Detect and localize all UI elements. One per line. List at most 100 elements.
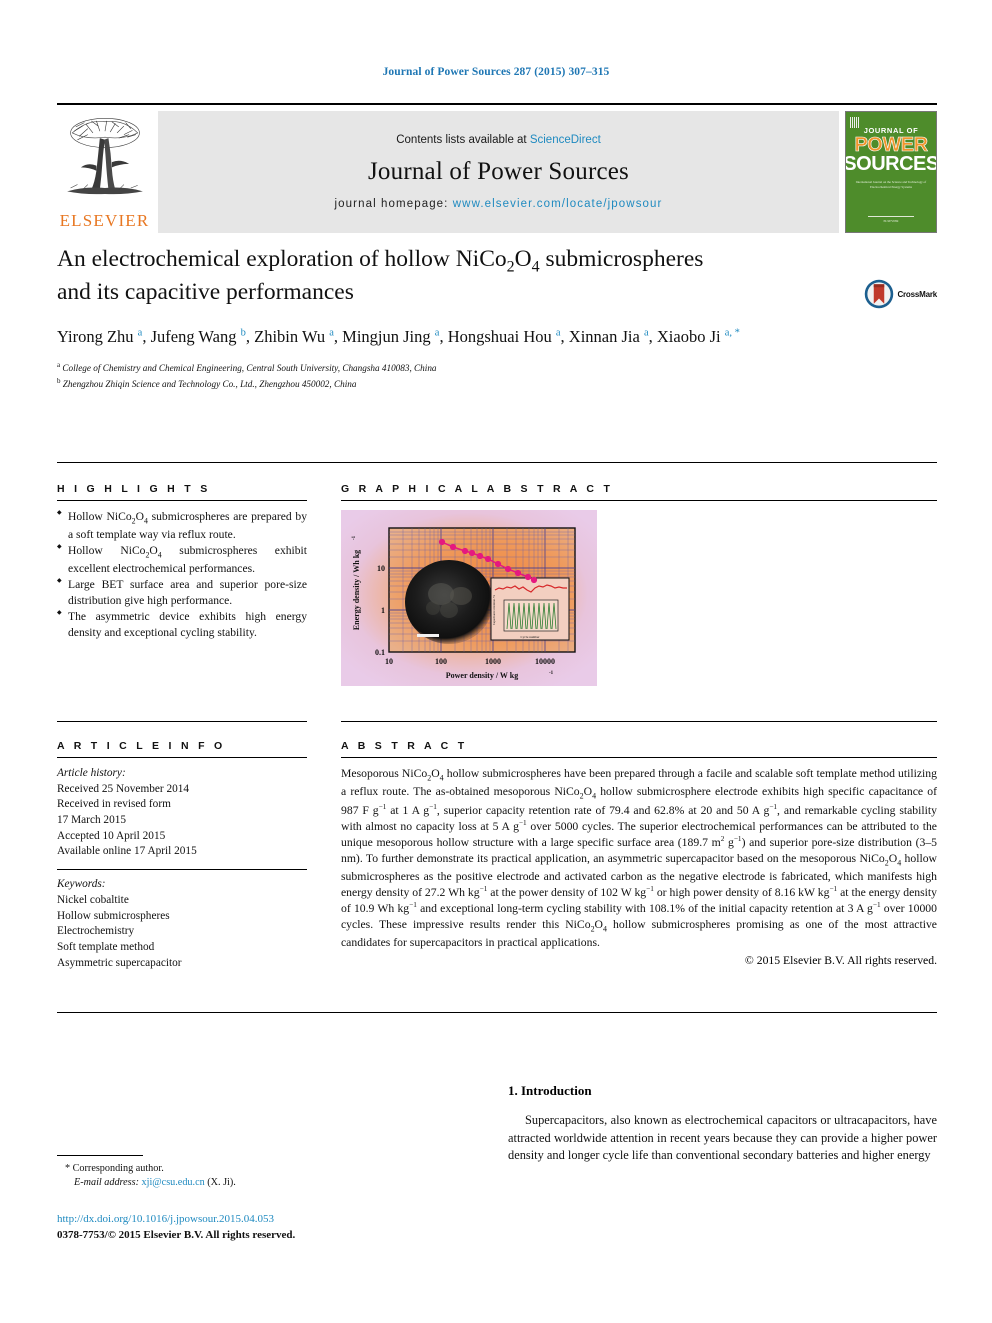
sciencedirect-banner: Contents lists available at ScienceDirec… — [158, 111, 839, 233]
article-info-heading: A R T I C L E I N F O — [57, 740, 226, 752]
running-head: Journal of Power Sources 287 (2015) 307–… — [382, 66, 610, 78]
article-info-rule — [57, 757, 307, 758]
contents-prefix: Contents lists available at — [396, 134, 530, 146]
journal-homepage-line: journal homepage: www.elsevier.com/locat… — [335, 198, 663, 210]
graphical-abstract-heading: G R A P H I C A L A B S T R A C T — [341, 483, 614, 495]
svg-text:1000: 1000 — [485, 657, 501, 666]
svg-text:Capacitance retention /%: Capacitance retention /% — [492, 594, 496, 625]
highlights-rule — [57, 500, 307, 501]
svg-text:0.1: 0.1 — [375, 648, 385, 657]
author-name: Yirong Zhu — [57, 327, 138, 347]
article-history-block: Article history: Received 25 November 20… — [57, 766, 307, 860]
corresponding-author-note: * Corresponding author. E-mail address: … — [57, 1162, 357, 1191]
page-title: An electrochemical exploration of hollow… — [57, 245, 817, 307]
chart-xlabel: Power density / W kg — [446, 671, 518, 680]
journal-masthead: ELSEVIER Contents lists available at Sci… — [57, 103, 937, 233]
article-history-label: Article history: — [57, 767, 126, 779]
crossmark-icon — [865, 279, 894, 309]
email-line: E-mail address: xji@csu.edu.cn (X. Ji). — [65, 1176, 357, 1190]
email-label: E-mail address: — [74, 1177, 139, 1189]
highlight-item: Hollow NiCo2O4 submicrospheres are prepa… — [57, 509, 307, 542]
keyword-item: Asymmetric supercapacitor — [57, 956, 182, 969]
svg-text:10000: 10000 — [535, 657, 555, 666]
keywords-label: Keywords: — [57, 878, 106, 891]
svg-text:Cycle number: Cycle number — [520, 635, 540, 639]
abstract-section: A B S T R A C T Mesoporous NiCo2O4 hollo… — [341, 740, 937, 967]
homepage-prefix: journal homepage: — [334, 198, 453, 210]
graphical-abstract-bottom-rule — [341, 721, 937, 722]
svg-text:-1: -1 — [352, 535, 357, 540]
cover-footer: ELSEVIER — [846, 215, 936, 224]
email-link[interactable]: xji@csu.edu.cn — [142, 1177, 205, 1188]
affiliation-line: b Zhengzhou Zhiqin Science and Technolog… — [57, 376, 357, 389]
cover-publisher: ELSEVIER — [883, 218, 899, 223]
title-line-1: An electrochemical exploration of hollow… — [57, 246, 704, 276]
abstract-copyright: © 2015 Elsevier B.V. All rights reserved… — [744, 953, 937, 967]
crossmark-badge[interactable]: CrossMark — [864, 279, 937, 309]
divider-below-abstract — [57, 1012, 937, 1013]
keyword-item: Nickel cobaltite — [57, 893, 129, 906]
keyword-item: Hollow submicrospheres — [57, 909, 170, 922]
highlight-item: Hollow NiCo2O4 submicrospheres exhibit e… — [57, 543, 307, 576]
introduction-section: 1. Introduction Supercapacitors, also kn… — [508, 1083, 937, 1165]
journal-homepage-link[interactable]: www.elsevier.com/locate/jpowsour — [453, 198, 663, 210]
elsevier-wordmark: ELSEVIER — [59, 211, 150, 230]
journal-article-page: Journal of Power Sources 287 (2015) 307–… — [0, 0, 992, 1323]
author-name: Mingjun Jing — [342, 327, 435, 347]
keyword-item: Electrochemistry — [57, 925, 135, 938]
article-info-section: A R T I C L E I N F O Article history: R… — [57, 740, 307, 971]
crossmark-label: CrossMark — [897, 289, 937, 299]
cover-divider — [868, 215, 914, 217]
keyword-item: Soft template method — [57, 940, 155, 953]
title-sub-4: 4 — [531, 258, 540, 276]
author-name: Jufeng Wang — [150, 327, 241, 347]
highlights-heading: H I G H L I G H T S — [57, 483, 211, 495]
abstract-rule — [341, 757, 937, 758]
abstract-heading: A B S T R A C T — [341, 740, 468, 752]
cover-subtitle: International Journal on the Science and… — [855, 180, 927, 189]
svg-text:10: 10 — [385, 657, 393, 666]
chart-ylabel: Energy density / Wh kg — [352, 550, 361, 630]
issn-copyright-line: 0378-7753/© 2015 Elsevier B.V. All right… — [57, 1228, 296, 1241]
doi-link[interactable]: http://dx.doi.org/10.1016/j.jpowsour.201… — [57, 1212, 295, 1228]
journal-title: Journal of Power Sources — [367, 158, 629, 185]
affiliation-line: a College of Chemistry and Chemical Engi… — [57, 360, 437, 373]
doi-block: http://dx.doi.org/10.1016/j.jpowsour.201… — [57, 1212, 295, 1244]
ragone-plot-chart: Cycle number Capacitance retention /% 0.… — [341, 510, 597, 686]
svg-text:1: 1 — [381, 606, 385, 615]
footnote-divider — [57, 1155, 143, 1156]
cover-line-sources: SOURCES — [845, 153, 937, 175]
journal-cover-image: JOURNAL OF POWER SOURCES International J… — [845, 111, 937, 233]
elsevier-tree-icon — [66, 117, 143, 195]
sciencedirect-link[interactable]: ScienceDirect — [530, 134, 601, 146]
author-name: Hongshuai Hou — [447, 327, 556, 347]
contents-available-line: Contents lists available at ScienceDirec… — [396, 134, 601, 146]
cover-elsevier-icon — [850, 117, 860, 128]
title-sub-2: 2 — [506, 258, 515, 276]
svg-text:-1: -1 — [549, 671, 554, 676]
abstract-text: Mesoporous NiCo2O4 hollow submicrosphere… — [341, 767, 938, 950]
author-affiliation-mark: a — [434, 327, 440, 339]
title-block: An electrochemical exploration of hollow… — [57, 245, 937, 392]
svg-text:100: 100 — [435, 657, 447, 666]
article-history-item: Received in revised form — [57, 798, 171, 811]
highlights-bottom-rule — [57, 721, 307, 722]
author-affiliation-mark: a — [643, 327, 649, 339]
footnote-block: * Corresponding author. E-mail address: … — [57, 1155, 357, 1191]
author-affiliation-mark: a, * — [724, 327, 740, 339]
article-history-item: 17 March 2015 — [57, 814, 127, 827]
elsevier-logo: ELSEVIER — [57, 111, 152, 233]
highlights-list: Hollow NiCo2O4 submicrospheres are prepa… — [57, 509, 307, 640]
highlights-section: H I G H L I G H T S Hollow NiCo2O4 submi… — [57, 483, 307, 641]
affiliation-list: a College of Chemistry and Chemical Engi… — [57, 360, 937, 392]
highlight-item: Large BET surface area and superior pore… — [57, 577, 307, 608]
article-history-item: Available online 17 April 2015 — [57, 845, 197, 858]
author-affiliation-mark: a — [555, 327, 561, 339]
article-history-item: Accepted 10 April 2015 — [57, 829, 166, 842]
svg-text:10: 10 — [377, 564, 385, 573]
highlight-item: The asymmetric device exhibits high ener… — [57, 609, 307, 640]
divider-above-columns — [57, 462, 937, 463]
introduction-paragraph: Supercapacitors, also known as electroch… — [508, 1113, 937, 1163]
cover-top-label — [891, 116, 892, 119]
email-suffix: (X. Ji). — [207, 1177, 236, 1189]
